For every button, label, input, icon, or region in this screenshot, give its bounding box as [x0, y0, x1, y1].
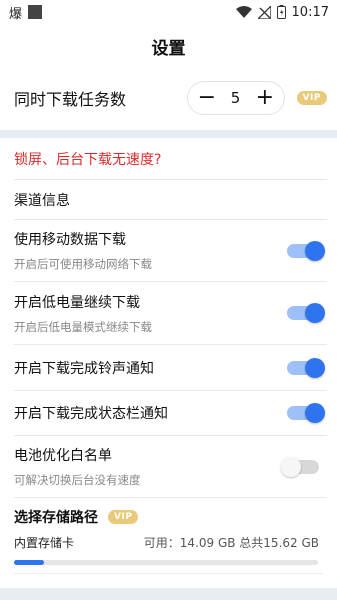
app-notification-icon: 爆 [9, 6, 23, 22]
mobile-data-download-label: 使用移动数据下载 [14, 232, 126, 248]
low-battery-download-row: 开启低电量继续下载 开启后低电量模式继续下载 [14, 282, 327, 345]
clock: 10:17 [291, 4, 329, 20]
battery-whitelist-label: 电池优化白名单 [14, 448, 112, 464]
battery-whitelist-toggle[interactable] [281, 456, 319, 477]
no-signal-icon [257, 5, 271, 19]
storage-path-title: 选择存储路径 [14, 510, 98, 526]
download-ringtone-toggle[interactable] [287, 357, 325, 378]
toggle-knob [305, 357, 325, 378]
notification-square-icon [28, 5, 43, 19]
toggle-knob [305, 303, 325, 323]
storage-card-row[interactable]: 内置存储卡 可用：14.09 GB 总共15.62 GB [14, 534, 323, 551]
mobile-data-download-row: 使用移动数据下载 开启后可使用移动网络下载 [14, 220, 327, 282]
decrease-button[interactable]: − [198, 87, 216, 109]
status-bar: 爆 10:17 [0, 0, 337, 24]
low-battery-download-toggle[interactable] [287, 303, 325, 323]
low-battery-download-label: 开启低电量继续下载 [14, 294, 140, 311]
section-divider [0, 130, 337, 138]
concurrent-tasks-label: 同时下载任务数 [14, 90, 127, 109]
top-bar: 设置 [0, 24, 337, 68]
low-battery-download-desc: 开启后低电量模式继续下载 [14, 319, 152, 334]
increase-button[interactable]: + [256, 87, 274, 109]
statusbar-notify-row: 开启下载完成状态栏通知 [14, 391, 327, 436]
lockscreen-speed-help-row[interactable]: 锁屏、后台下载无速度? [14, 138, 327, 180]
channel-info-row[interactable]: 渠道信息 [14, 180, 327, 220]
battery-whitelist-desc: 可解决切换后台没有速度 [14, 473, 141, 487]
statusbar-notify-toggle[interactable] [287, 403, 325, 423]
mobile-data-download-desc: 开启后可使用移动网络下载 [14, 257, 152, 271]
wifi-icon [235, 6, 252, 18]
storage-usage-fill [14, 560, 45, 565]
task-count-stepper: − 5 + [186, 81, 285, 115]
page-title: 设置 [151, 38, 186, 59]
storage-device-label: 内置存储卡 [14, 536, 75, 550]
lockscreen-speed-help-label: 锁屏、后台下载无速度? [14, 151, 162, 168]
bottom-divider [0, 588, 337, 600]
download-ringtone-row: 开启下载完成铃声通知 [14, 345, 327, 391]
battery-icon [276, 5, 286, 19]
vip-badge: VIP [296, 91, 327, 105]
storage-free-text: 可用：14.09 GB 总共15.62 GB [143, 536, 319, 550]
storage-usage-bar [14, 560, 318, 565]
battery-whitelist-row: 电池优化白名单 可解决切换后台没有速度 [14, 436, 327, 498]
toggle-knob [281, 456, 301, 477]
download-ringtone-label: 开启下载完成铃声通知 [14, 360, 154, 377]
task-count-value: 5 [230, 89, 241, 107]
mobile-data-download-toggle[interactable] [287, 240, 325, 261]
storage-section: 选择存储路径 VIP 内置存储卡 可用：14.09 GB 总共15.62 GB … [14, 498, 323, 600]
vip-badge: VIP [108, 510, 139, 524]
concurrent-tasks-row: 同时下载任务数 − 5 + VIP [0, 68, 337, 128]
toggle-knob [305, 240, 325, 261]
statusbar-notify-label: 开启下载完成状态栏通知 [14, 406, 168, 422]
channel-info-label: 渠道信息 [14, 192, 70, 209]
toggle-knob [305, 403, 325, 423]
